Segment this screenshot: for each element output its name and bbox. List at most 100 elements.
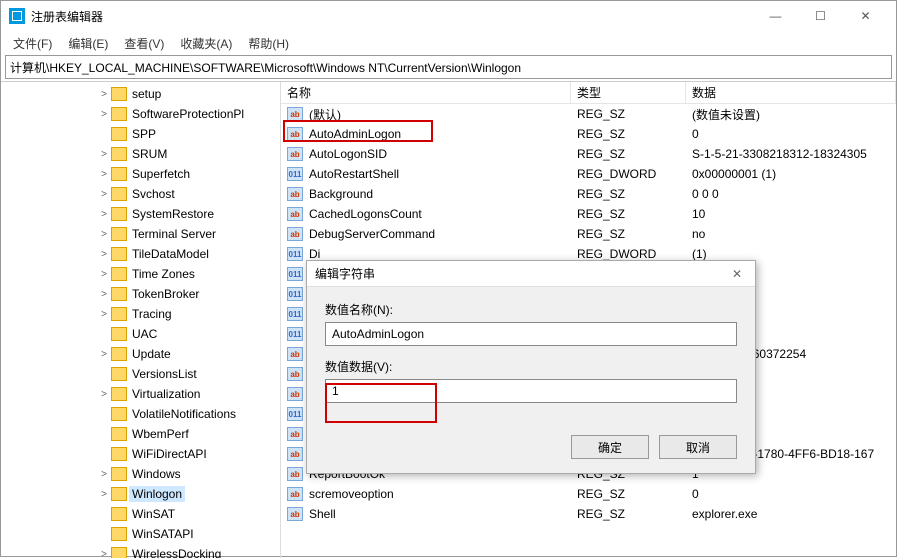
tree-item-versionslist[interactable]: VersionsList xyxy=(1,364,280,384)
menu-edit[interactable]: 编辑(E) xyxy=(62,33,114,54)
value-data-input[interactable] xyxy=(325,379,737,403)
value-type: REG_SZ xyxy=(571,487,686,501)
value-icon: ab xyxy=(287,447,303,461)
tree-item-systemrestore[interactable]: >SystemRestore xyxy=(1,204,280,224)
folder-icon xyxy=(111,447,127,461)
tree-item-superfetch[interactable]: >Superfetch xyxy=(1,164,280,184)
tree-item-svchost[interactable]: >Svchost xyxy=(1,184,280,204)
folder-icon xyxy=(111,267,127,281)
tree-item-time-zones[interactable]: >Time Zones xyxy=(1,264,280,284)
value-icon: ab xyxy=(287,107,303,121)
expand-icon[interactable]: > xyxy=(97,349,111,360)
address-bar[interactable]: 计算机\HKEY_LOCAL_MACHINE\SOFTWARE\Microsof… xyxy=(5,55,892,79)
ok-button[interactable]: 确定 xyxy=(571,435,649,459)
tree-item-windows[interactable]: >Windows xyxy=(1,464,280,484)
value-icon: 011 xyxy=(287,307,303,321)
dialog-title: 编辑字符串 xyxy=(315,265,727,282)
value-row[interactable]: 011AutoRestartShellREG_DWORD0x00000001 (… xyxy=(281,164,896,184)
tree-item-tokenbroker[interactable]: >TokenBroker xyxy=(1,284,280,304)
close-button[interactable]: ✕ xyxy=(843,2,888,30)
value-name: DebugServerCommand xyxy=(309,227,435,241)
tree-item-srum[interactable]: >SRUM xyxy=(1,144,280,164)
tree-item-terminal-server[interactable]: >Terminal Server xyxy=(1,224,280,244)
folder-icon xyxy=(111,527,127,541)
value-icon: ab xyxy=(287,427,303,441)
value-row[interactable]: abAutoAdminLogonREG_SZ0 xyxy=(281,124,896,144)
value-row[interactable]: abAutoLogonSIDREG_SZS-1-5-21-3308218312-… xyxy=(281,144,896,164)
tree-item-tracing[interactable]: >Tracing xyxy=(1,304,280,324)
folder-icon xyxy=(111,127,127,141)
col-data[interactable]: 数据 xyxy=(686,82,896,103)
menu-view[interactable]: 查看(V) xyxy=(118,33,170,54)
tree-item-wifidirectapi[interactable]: WiFiDirectAPI xyxy=(1,444,280,464)
value-row[interactable]: ab(默认)REG_SZ(数值未设置) xyxy=(281,104,896,124)
folder-icon xyxy=(111,247,127,261)
value-type: REG_SZ xyxy=(571,227,686,241)
menu-help[interactable]: 帮助(H) xyxy=(242,33,295,54)
value-data: 10 xyxy=(686,207,896,221)
cancel-button[interactable]: 取消 xyxy=(659,435,737,459)
value-icon: 011 xyxy=(287,247,303,261)
expand-icon[interactable]: > xyxy=(97,229,111,240)
value-type: REG_SZ xyxy=(571,207,686,221)
expand-icon[interactable]: > xyxy=(97,89,111,100)
folder-icon xyxy=(111,207,127,221)
expand-icon[interactable]: > xyxy=(97,309,111,320)
menu-favorites[interactable]: 收藏夹(A) xyxy=(174,33,238,54)
value-data: (1) xyxy=(686,247,896,261)
tree-item-wirelessdocking[interactable]: >WirelessDocking xyxy=(1,544,280,558)
tree-item-winsatapi[interactable]: WinSATAPI xyxy=(1,524,280,544)
expand-icon[interactable]: > xyxy=(97,169,111,180)
tree-item-tiledatamodel[interactable]: >TileDataModel xyxy=(1,244,280,264)
value-row[interactable]: abBackgroundREG_SZ0 0 0 xyxy=(281,184,896,204)
value-icon: ab xyxy=(287,347,303,361)
value-row[interactable]: abscremoveoptionREG_SZ0 xyxy=(281,484,896,504)
expand-icon[interactable]: > xyxy=(97,149,111,160)
value-data: 0 xyxy=(686,127,896,141)
tree-item-uac[interactable]: UAC xyxy=(1,324,280,344)
expand-icon[interactable]: > xyxy=(97,189,111,200)
expand-icon[interactable]: > xyxy=(97,389,111,400)
tree-panel[interactable]: >setup>SoftwareProtectionPlSPP>SRUM>Supe… xyxy=(1,82,281,558)
folder-icon xyxy=(111,287,127,301)
tree-item-setup[interactable]: >setup xyxy=(1,84,280,104)
value-icon: ab xyxy=(287,467,303,481)
value-row[interactable]: abCachedLogonsCountREG_SZ10 xyxy=(281,204,896,224)
value-row[interactable]: abDebugServerCommandREG_SZno xyxy=(281,224,896,244)
tree-item-softwareprotectionpl[interactable]: >SoftwareProtectionPl xyxy=(1,104,280,124)
expand-icon[interactable]: > xyxy=(97,269,111,280)
menu-file[interactable]: 文件(F) xyxy=(7,33,58,54)
dialog-close-icon[interactable]: ✕ xyxy=(727,267,747,281)
tree-item-wbemperf[interactable]: WbemPerf xyxy=(1,424,280,444)
tree-item-volatilenotifications[interactable]: VolatileNotifications xyxy=(1,404,280,424)
minimize-button[interactable]: — xyxy=(753,2,798,30)
col-name[interactable]: 名称 xyxy=(281,82,571,103)
value-data: 0 xyxy=(686,487,896,501)
tree-item-winlogon[interactable]: >Winlogon xyxy=(1,484,280,504)
tree-item-winsat[interactable]: WinSAT xyxy=(1,504,280,524)
folder-icon xyxy=(111,107,127,121)
value-type: REG_DWORD xyxy=(571,247,686,261)
tree-item-virtualization[interactable]: >Virtualization xyxy=(1,384,280,404)
value-row[interactable]: abShellREG_SZexplorer.exe xyxy=(281,504,896,524)
edit-string-dialog: 编辑字符串 ✕ 数值名称(N): 数值数据(V): 确定 取消 xyxy=(306,260,756,474)
expand-icon[interactable]: > xyxy=(97,489,111,500)
expand-icon[interactable]: > xyxy=(97,289,111,300)
expand-icon[interactable]: > xyxy=(97,249,111,260)
expand-icon[interactable]: > xyxy=(97,109,111,120)
folder-icon xyxy=(111,187,127,201)
tree-item-update[interactable]: >Update xyxy=(1,344,280,364)
expand-icon[interactable]: > xyxy=(97,469,111,480)
value-type: REG_SZ xyxy=(571,107,686,121)
value-type: REG_SZ xyxy=(571,147,686,161)
tree-item-spp[interactable]: SPP xyxy=(1,124,280,144)
value-name: scremoveoption xyxy=(309,487,394,501)
value-icon: ab xyxy=(287,507,303,521)
value-icon: ab xyxy=(287,147,303,161)
value-name-input[interactable] xyxy=(325,322,737,346)
value-icon: 011 xyxy=(287,407,303,421)
maximize-button[interactable]: ☐ xyxy=(798,2,843,30)
expand-icon[interactable]: > xyxy=(97,209,111,220)
col-type[interactable]: 类型 xyxy=(571,82,686,103)
value-name-label: 数值名称(N): xyxy=(325,301,737,318)
